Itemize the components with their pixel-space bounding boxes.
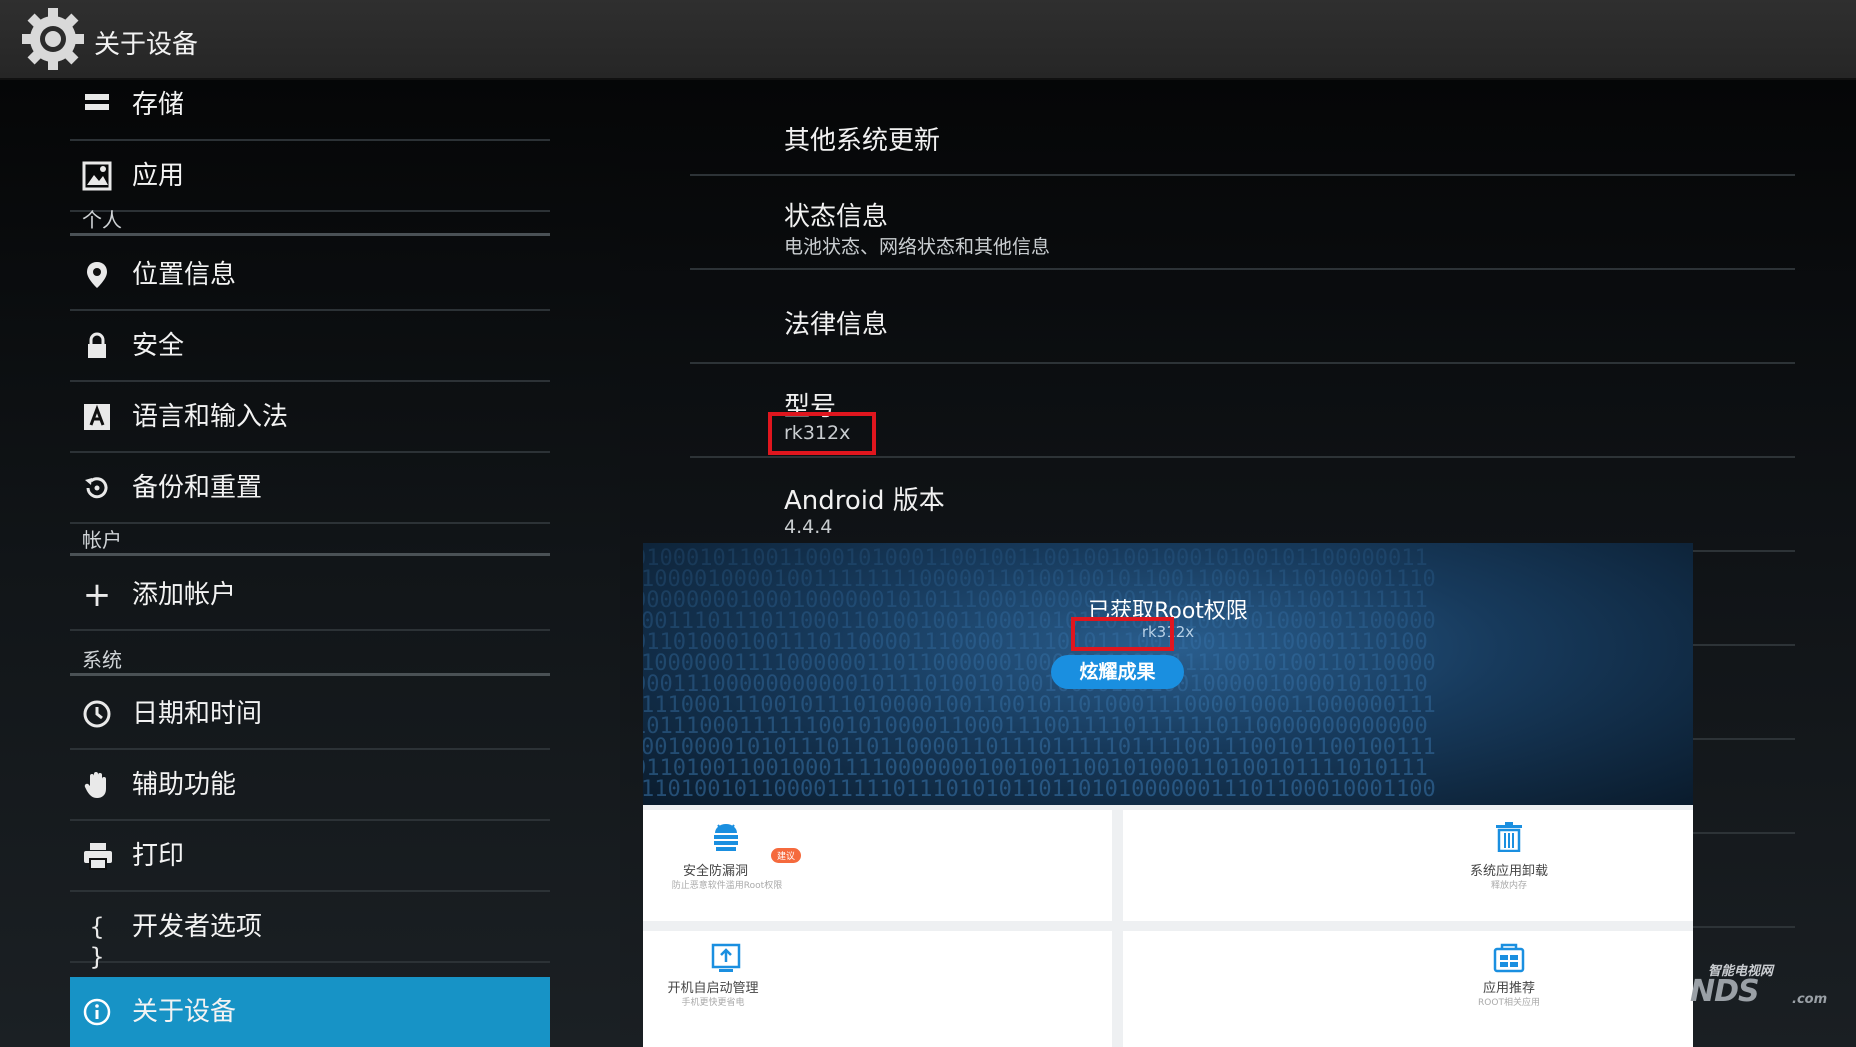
sidebar-item-accessibility[interactable]: 辅助功能 <box>70 750 550 821</box>
card-title: 应用推荐 <box>1482 981 1535 996</box>
sidebar-item-label: 开发者选项 <box>132 912 263 942</box>
sidebar-item-about-device[interactable]: 关于设备 <box>70 977 550 1047</box>
watermark-line2: NDS <box>1690 974 1760 1009</box>
card-security-patch[interactable]: 建议 安全防漏洞 防止恶意软件滥用Root权限 <box>643 810 1112 921</box>
overlay-model-highlight-box <box>1071 617 1174 651</box>
card-subtitle: ROOT相关应用 <box>1478 998 1540 1008</box>
backup-restore-icon <box>82 473 112 503</box>
section-header-system: 系统 <box>70 640 550 676</box>
location-pin-icon <box>82 260 112 290</box>
clock-icon <box>82 699 112 729</box>
sidebar-item-storage[interactable]: 存储 <box>70 80 550 141</box>
detail-android-version: Android 版本 4.4.4 <box>690 458 1795 552</box>
hand-icon <box>82 770 112 800</box>
sidebar-item-label: 存储 <box>132 90 185 120</box>
sidebar-item-label: 备份和重置 <box>132 473 263 503</box>
sidebar-item-print[interactable]: 打印 <box>70 821 550 892</box>
detail-title: 其他系统更新 <box>784 126 941 156</box>
sidebar-item-security[interactable]: 安全 <box>70 311 550 382</box>
show-off-button[interactable]: 炫耀成果 <box>1051 655 1184 689</box>
section-header-label: 帐户 <box>82 528 122 552</box>
apps-icon <box>82 161 112 191</box>
detail-legal-info[interactable]: 法律信息 <box>690 270 1795 364</box>
detail-other-system-updates[interactable]: 其他系统更新 <box>690 94 1795 176</box>
card-subtitle: 手机更快更省电 <box>681 998 745 1008</box>
startup-icon <box>711 943 741 972</box>
sidebar-item-location[interactable]: 位置信息 <box>70 240 550 311</box>
sidebar-item-label: 打印 <box>132 841 185 871</box>
card-startup-manager[interactable]: 开机自启动管理 手机更快更省电 <box>643 931 1112 1047</box>
settings-sidebar: 存储 应用 个人 位置信息 安全 语言和输入法 备份和重置 帐户 + 添加帐户 … <box>0 80 620 1047</box>
sidebar-item-label: 辅助功能 <box>132 770 237 800</box>
trash-icon <box>1496 822 1522 852</box>
sidebar-item-developer-options[interactable]: { } 开发者选项 <box>70 892 550 971</box>
action-bar: 关于设备 <box>0 0 1856 80</box>
sidebar-item-date-time[interactable]: 日期和时间 <box>70 679 550 750</box>
site-watermark: 智能电视网 NDS .com <box>1690 960 1840 1010</box>
root-banner: 0100010110011000101000110010011001001001… <box>643 543 1693 805</box>
page-title: 关于设备 <box>94 30 199 60</box>
sidebar-item-add-account[interactable]: + 添加帐户 <box>70 560 550 631</box>
card-subtitle: 释放内存 <box>1490 881 1527 891</box>
card-app-recommend[interactable]: 应用推荐 ROOT相关应用 <box>1123 931 1693 1047</box>
svg-text:110100101100001111101110101011: 1101001011000011111011101010110110101000… <box>643 777 1436 802</box>
plus-icon: + <box>82 575 112 615</box>
detail-summary: 4.4.4 <box>784 516 833 538</box>
card-title: 系统应用卸载 <box>1469 864 1548 879</box>
sidebar-item-label: 关于设备 <box>132 997 237 1027</box>
card-subtitle: 防止恶意软件滥用Root权限 <box>671 881 783 891</box>
card-system-app-uninstall[interactable]: 系统应用卸载 释放内存 <box>1123 810 1693 921</box>
lock-icon <box>82 331 112 361</box>
detail-title: 法律信息 <box>784 310 889 340</box>
sidebar-item-backup-reset[interactable]: 备份和重置 <box>70 453 550 524</box>
card-title: 安全防漏洞 <box>683 864 749 879</box>
sidebar-item-label: 语言和输入法 <box>132 402 289 432</box>
detail-title: Android 版本 <box>784 486 945 516</box>
sidebar-item-label: 安全 <box>132 331 185 361</box>
keyboard-a-icon <box>82 402 112 432</box>
sidebar-item-label: 添加帐户 <box>132 580 237 610</box>
detail-summary: 电池状态、网络状态和其他信息 <box>784 236 1051 258</box>
android-bug-icon <box>714 824 738 851</box>
watermark-line3: .com <box>1792 992 1828 1007</box>
section-header-label: 个人 <box>82 208 122 232</box>
storage-icon <box>82 90 112 120</box>
sidebar-item-language-input[interactable]: 语言和输入法 <box>70 382 550 453</box>
recommend-badge: 建议 <box>771 848 802 863</box>
root-tools-grid: 建议 安全防漏洞 防止恶意软件滥用Root权限 系统应用卸载 释放内存 开机自启… <box>643 805 1693 1047</box>
detail-title: 状态信息 <box>784 202 889 232</box>
printer-icon <box>82 841 112 871</box>
card-title: 开机自启动管理 <box>667 981 759 996</box>
model-highlight-box <box>768 412 876 455</box>
app-recommend-icon <box>1493 943 1525 973</box>
sidebar-item-label: 日期和时间 <box>132 699 263 729</box>
info-icon <box>82 997 112 1027</box>
section-header-personal: 个人 <box>70 200 550 236</box>
section-header-accounts: 帐户 <box>70 520 550 556</box>
sidebar-item-label: 应用 <box>132 161 185 191</box>
section-header-label: 系统 <box>82 648 122 672</box>
sidebar-item-label: 位置信息 <box>132 260 237 290</box>
detail-status-info[interactable]: 状态信息 电池状态、网络状态和其他信息 <box>690 176 1795 270</box>
gear-icon[interactable] <box>20 6 86 72</box>
braces-icon: { } <box>89 913 105 971</box>
